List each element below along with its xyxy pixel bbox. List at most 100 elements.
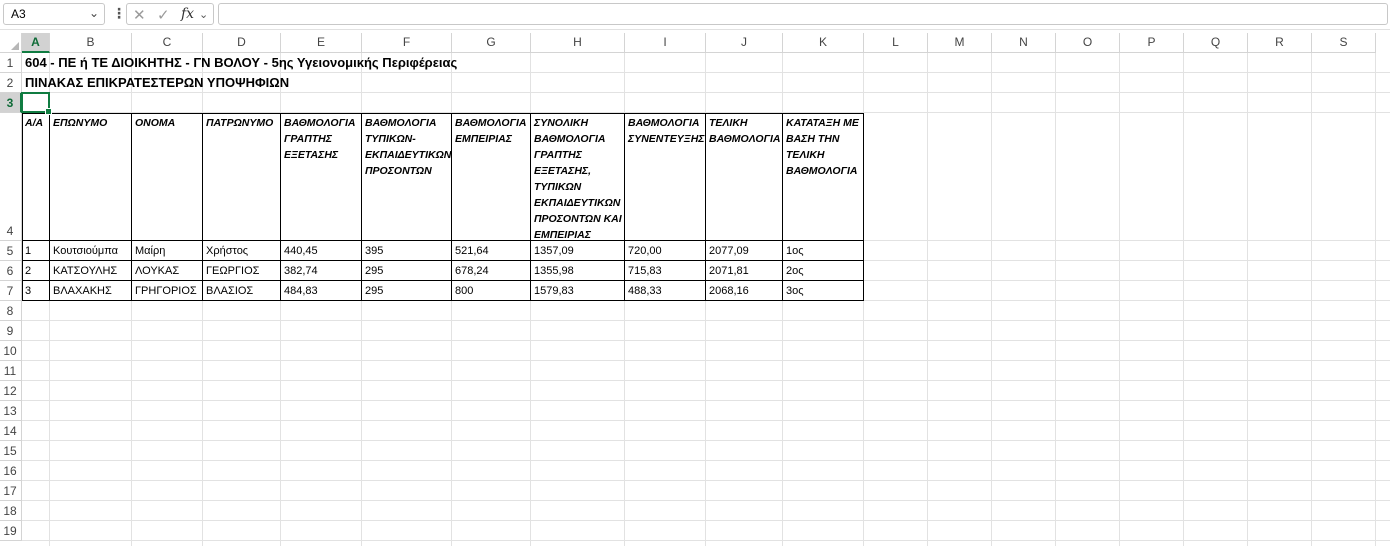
column-header-b[interactable]: B — [50, 33, 132, 53]
column-header-p[interactable]: P — [1120, 33, 1184, 53]
table-cell[interactable]: ΒΛΑΣΙΟΣ — [203, 281, 281, 301]
table-header-cell[interactable]: ΤΕΛΙΚΗ ΒΑΘΜΟΛΟΓΙΑ — [706, 113, 783, 241]
row-header-17[interactable]: 17 — [0, 481, 22, 501]
table-cell[interactable]: 521,64 — [452, 241, 531, 261]
table-cell[interactable]: ΛΟΥΚΑΣ — [132, 261, 203, 281]
table-cell[interactable]: 1357,09 — [531, 241, 625, 261]
table-cell[interactable]: 1355,98 — [531, 261, 625, 281]
column-header-n[interactable]: N — [992, 33, 1056, 53]
column-header-r[interactable]: R — [1248, 33, 1312, 53]
row-number: 17 — [3, 484, 17, 498]
column-header-o[interactable]: O — [1056, 33, 1120, 53]
gridline-horizontal — [22, 72, 1390, 73]
row-number: 15 — [3, 444, 17, 458]
row-header-12[interactable]: 12 — [0, 381, 22, 401]
column-header-i[interactable]: I — [625, 33, 706, 53]
table-cell[interactable]: 2077,09 — [706, 241, 783, 261]
row-header-11[interactable]: 11 — [0, 361, 22, 381]
close-icon[interactable]: ✕ — [133, 6, 146, 24]
table-cell[interactable]: Κουτσιούμπα — [50, 241, 132, 261]
row-header-13[interactable]: 13 — [0, 401, 22, 421]
table-header-cell[interactable]: ΒΑΘΜΟΛΟΓΙΑ ΓΡΑΠΤΗΣ ΕΞΕΤΑΣΗΣ — [281, 113, 362, 241]
table-cell[interactable]: 382,74 — [281, 261, 362, 281]
row-header-15[interactable]: 15 — [0, 441, 22, 461]
row-header-8[interactable]: 8 — [0, 301, 22, 321]
row-header-7[interactable]: 7 — [0, 281, 22, 301]
chevron-down-icon[interactable]: ⌄ — [199, 8, 208, 21]
table-cell[interactable]: 440,45 — [281, 241, 362, 261]
column-header-g[interactable]: G — [452, 33, 531, 53]
row-header-9[interactable]: 9 — [0, 321, 22, 341]
row-header-2[interactable]: 2 — [0, 73, 22, 93]
table-header-cell[interactable]: ΒΑΘΜΟΛΟΓΙΑ ΕΜΠΕΙΡΙΑΣ — [452, 113, 531, 241]
row-header-4[interactable]: 4 — [0, 113, 22, 241]
column-header-k[interactable]: K — [783, 33, 864, 53]
row-header-3[interactable]: 3 — [0, 93, 22, 113]
column-header-m[interactable]: M — [928, 33, 992, 53]
gridline-horizontal — [22, 540, 1390, 541]
formula-input[interactable] — [218, 3, 1388, 25]
insert-function-icon[interactable]: fx — [181, 6, 194, 22]
table-cell[interactable]: 2 — [22, 261, 50, 281]
table-cell[interactable]: 2068,16 — [706, 281, 783, 301]
column-header-e[interactable]: E — [281, 33, 362, 53]
check-icon[interactable]: ✓ — [157, 6, 170, 24]
table-cell[interactable]: 1579,83 — [531, 281, 625, 301]
column-header-j[interactable]: J — [706, 33, 783, 53]
row-number: 9 — [6, 324, 14, 338]
table-header-cell[interactable]: ΣΥΝΟΛΙΚΗ ΒΑΘΜΟΛΟΓΙΑ ΓΡΑΠΤΗΣ ΕΞΕΤΑΣΗΣ, ΤΥ… — [531, 113, 625, 241]
table-cell[interactable]: 488,33 — [625, 281, 706, 301]
column-header-c[interactable]: C — [132, 33, 203, 53]
table-cell[interactable]: 295 — [362, 281, 452, 301]
column-header-d[interactable]: D — [203, 33, 281, 53]
table-cell[interactable]: ΚΑΤΣΟΥΛΗΣ — [50, 261, 132, 281]
row-header-1[interactable]: 1 — [0, 53, 22, 73]
table-cell[interactable]: 800 — [452, 281, 531, 301]
row-header-18[interactable]: 18 — [0, 501, 22, 521]
table-header-cell[interactable]: ΠΑΤΡΩΝΥΜΟ — [203, 113, 281, 241]
table-border — [863, 113, 864, 301]
row-header-5[interactable]: 5 — [0, 241, 22, 261]
row-header-16[interactable]: 16 — [0, 461, 22, 481]
table-header-cell[interactable]: ΒΑΘΜΟΛΟΓΙΑ ΤΥΠΙΚΩΝ-ΕΚΠΑΙΔΕΥΤΙΚΩΝ ΠΡΟΣΟΝΤ… — [362, 113, 452, 241]
table-header-cell[interactable]: ΕΠΩΝΥΜΟ — [50, 113, 132, 241]
table-cell[interactable]: 395 — [362, 241, 452, 261]
column-header-f[interactable]: F — [362, 33, 452, 53]
table-cell[interactable]: 715,83 — [625, 261, 706, 281]
table-cell[interactable]: ΓΡΗΓΟΡΙΟΣ — [132, 281, 203, 301]
row-header-10[interactable]: 10 — [0, 341, 22, 361]
row-number: 10 — [3, 344, 17, 358]
table-cell[interactable]: 295 — [362, 261, 452, 281]
table-cell[interactable]: Μαίρη — [132, 241, 203, 261]
more-options-icon[interactable]: ⋮ — [112, 5, 126, 22]
table-cell[interactable]: 3 — [22, 281, 50, 301]
chevron-down-icon[interactable]: ⌄ — [89, 6, 99, 20]
column-header-q[interactable]: Q — [1184, 33, 1248, 53]
row-header-6[interactable]: 6 — [0, 261, 22, 281]
column-header-a[interactable]: A — [22, 33, 50, 53]
name-box[interactable]: A3 ⌄ — [3, 3, 105, 25]
table-cell[interactable]: Χρήστος — [203, 241, 281, 261]
table-cell[interactable]: 2ος — [783, 261, 864, 281]
table-header-cell[interactable]: ΚΑΤΑΤΑΞΗ ΜΕ ΒΑΣΗ ΤΗΝ ΤΕΛΙΚΗ ΒΑΘΜΟΛΟΓΙΑ — [783, 113, 864, 241]
table-cell[interactable]: 678,24 — [452, 261, 531, 281]
column-header-h[interactable]: H — [531, 33, 625, 53]
table-border — [22, 300, 864, 301]
spreadsheet-grid[interactable]: A B C D E F G H I J K L M N O P Q R S 1 2 3 4 5 6 7 8 9 10 11 12 13 14 15… — [0, 33, 1390, 546]
table-cell[interactable]: ΒΛΑΧΑΚΗΣ — [50, 281, 132, 301]
table-cell[interactable]: 1 — [22, 241, 50, 261]
select-all-corner[interactable] — [0, 33, 22, 53]
table-cell[interactable]: 1ος — [783, 241, 864, 261]
table-cell[interactable]: 2071,81 — [706, 261, 783, 281]
table-header-cell[interactable]: ΟΝΟΜΑ — [132, 113, 203, 241]
table-cell[interactable]: 720,00 — [625, 241, 706, 261]
column-header-s[interactable]: S — [1312, 33, 1376, 53]
column-header-l[interactable]: L — [864, 33, 928, 53]
row-header-14[interactable]: 14 — [0, 421, 22, 441]
table-header-cell[interactable]: ΒΑΘΜΟΛΟΓΙΑ ΣΥΝΕΝΤΕΥΞΗΣ — [625, 113, 706, 241]
table-cell[interactable]: 3ος — [783, 281, 864, 301]
table-cell[interactable]: 484,83 — [281, 281, 362, 301]
row-header-19[interactable]: 19 — [0, 521, 22, 541]
table-cell[interactable]: ΓΕΩΡΓΙΟΣ — [203, 261, 281, 281]
table-header-cell[interactable]: Α/Α — [22, 113, 50, 241]
